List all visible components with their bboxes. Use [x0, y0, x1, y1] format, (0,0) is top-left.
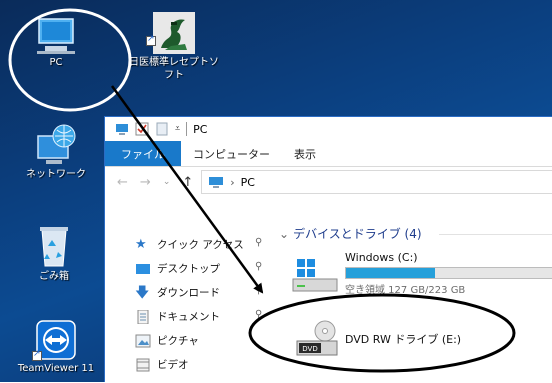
nav-item-desktop[interactable]: デスクトップ — [135, 261, 220, 276]
nav-item-label: ダウンロード — [157, 287, 220, 299]
nav-item-label: クイック アクセス — [157, 239, 244, 251]
nav-item-documents[interactable]: ドキュメント — [135, 309, 220, 324]
address-bar-row: ← → ⌄ ↑ › PC — [105, 167, 552, 197]
properties-check-icon[interactable] — [135, 122, 149, 136]
content-pane: ⌄ デバイスとドライブ (4) Windows (C:) 空き領域 127 GB… — [267, 197, 552, 383]
up-arrow-icon[interactable]: ↑ — [182, 175, 193, 190]
desktop-icon-label: TeamViewer 11 — [17, 363, 95, 374]
network-icon — [37, 124, 76, 164]
pin-icon[interactable]: ⚲ — [255, 285, 262, 296]
tab-computer[interactable]: コンピューター — [181, 141, 282, 166]
desktop-icon-pc[interactable]: PC — [16, 16, 96, 69]
desktop-icon-recycle-bin[interactable]: ごみ箱 — [14, 222, 94, 283]
devices-and-drives-header[interactable]: ⌄ デバイスとドライブ (4) — [279, 225, 552, 242]
video-icon — [136, 358, 150, 371]
pin-icon[interactable]: ⚲ — [255, 261, 262, 272]
file-explorer-window: ⩡ PC ファイル コンピューター 表示 ← → ⌄ ↑ › PC ★ クイック… — [104, 116, 552, 383]
nav-item-pictures[interactable]: ピクチャ — [135, 333, 199, 348]
group-header-label: デバイスとドライブ (4) — [293, 227, 422, 241]
picture-icon — [135, 334, 151, 347]
tab-view[interactable]: 表示 — [282, 141, 328, 166]
pc-icon — [37, 18, 75, 54]
address-field[interactable]: › PC — [201, 170, 552, 194]
breadcrumb-chevron-icon[interactable]: › — [230, 176, 234, 189]
window-title: PC — [193, 122, 208, 136]
title-bar: ⩡ PC — [105, 117, 552, 141]
tab-file[interactable]: ファイル — [105, 141, 181, 166]
document-icon — [137, 309, 149, 324]
drive-usage-bar — [345, 267, 552, 279]
desktop-icon-label: ごみ箱 — [39, 271, 69, 282]
orca-receipt-software-icon — [153, 12, 195, 54]
nav-item-videos[interactable]: ビデオ — [135, 357, 189, 372]
drive-name: Windows (C:) — [345, 251, 418, 264]
desktop-icon-teamviewer[interactable]: TeamViewer 11 — [16, 318, 96, 375]
dvd-drive-icon: DVD — [296, 320, 338, 356]
pc-small-icon — [209, 177, 224, 188]
drive-name: DVD RW ドライブ (E:) — [345, 333, 462, 346]
recent-dropdown-icon[interactable]: ⌄ — [163, 177, 171, 187]
star-icon: ★ — [135, 236, 147, 252]
collapse-chevron-icon: ⌄ — [279, 226, 290, 241]
download-arrow-icon: 🡇 — [135, 284, 150, 301]
desktop-icon-label: ネットワーク — [26, 169, 86, 180]
nav-item-quick-access[interactable]: ★ クイック アクセス — [135, 237, 244, 252]
nav-item-label: ドキュメント — [157, 311, 220, 323]
back-arrow-icon[interactable]: ← — [117, 175, 128, 190]
pin-icon[interactable]: ⚲ — [255, 309, 262, 320]
dvd-badge: DVD — [302, 345, 317, 353]
new-folder-icon[interactable] — [155, 122, 169, 136]
navigation-pane: ★ クイック アクセス デスクトップ 🡇 ダウンロード ドキュメント ピクチャ … — [105, 197, 265, 383]
desktop-icon-label: 日医標準レセプトソフト — [129, 57, 219, 81]
recycle-bin-icon — [40, 227, 68, 267]
nav-item-downloads[interactable]: 🡇 ダウンロード — [135, 285, 220, 300]
pin-icon[interactable]: ⚲ — [255, 237, 262, 248]
shortcut-arrow-icon — [32, 349, 42, 361]
desktop-icon-orca[interactable]: 日医標準レセプトソフト — [126, 10, 222, 82]
drive-usage-fill — [346, 268, 436, 278]
drive-e-dvd[interactable]: DVD DVD RW ドライブ (E:) — [287, 319, 487, 359]
desktop-icon-label: PC — [49, 57, 63, 68]
desktop-folder-icon — [136, 263, 150, 274]
title-separator — [186, 122, 188, 136]
windows-drive-icon — [292, 259, 338, 292]
nav-item-label: ビデオ — [157, 359, 189, 371]
drive-c[interactable]: Windows (C:) 空き領域 127 GB/223 GB — [287, 251, 552, 297]
pc-small-icon[interactable] — [115, 122, 129, 136]
desktop-icon-network[interactable]: ネットワーク — [16, 122, 96, 181]
quick-access-dropdown-icon[interactable]: ⩡ — [175, 124, 180, 134]
breadcrumb-pc[interactable]: PC — [241, 176, 255, 189]
nav-item-label: デスクトップ — [157, 263, 220, 275]
forward-arrow-icon[interactable]: → — [140, 175, 151, 190]
group-divider — [439, 234, 552, 235]
nav-item-label: ピクチャ — [157, 335, 199, 347]
drive-free-space: 空き領域 127 GB/223 GB — [345, 285, 466, 296]
shortcut-arrow-icon — [146, 34, 156, 46]
ribbon-tabs: ファイル コンピューター 表示 — [105, 141, 552, 167]
